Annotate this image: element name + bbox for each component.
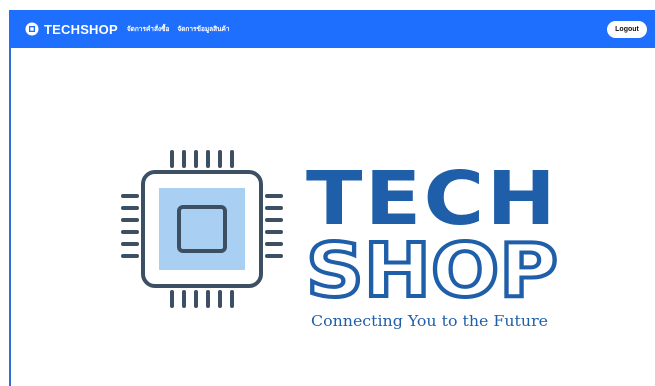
top-navbar: TECHSHOP จัดการคำสั่งซื้อ จัดการข้อมูลสิ…	[9, 10, 655, 48]
nav-link-manage-products[interactable]: จัดการข้อมูลสินค้า	[177, 24, 229, 34]
chip-core	[159, 188, 245, 270]
nav-links: จัดการคำสั่งซื้อ จัดการข้อมูลสินค้า	[127, 24, 230, 34]
nav-link-manage-orders[interactable]: จัดการคำสั่งซื้อ	[127, 24, 170, 34]
logo-word-shop: SHOP	[306, 228, 558, 314]
techshop-hero-logo: TECH SHOP Connecting You to the Future	[121, 150, 560, 330]
logo-tagline: Connecting You to the Future	[311, 312, 548, 330]
logout-button[interactable]: Logout	[607, 20, 647, 38]
brand-name: TECHSHOP	[44, 21, 118, 37]
main-content: TECH SHOP Connecting You to the Future	[11, 48, 655, 386]
chip-icon	[25, 22, 39, 36]
brand-link[interactable]: TECHSHOP	[25, 22, 118, 37]
page: TECHSHOP จัดการคำสั่งซื้อ จัดการข้อมูลสิ…	[0, 0, 655, 386]
